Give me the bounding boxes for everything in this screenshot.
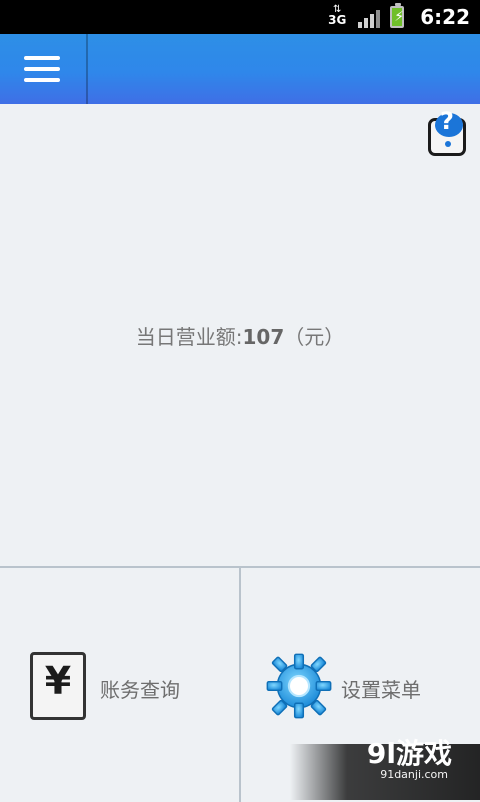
- daily-revenue: 当日营业额:107（元）: [0, 321, 480, 350]
- network-type: 3G: [328, 13, 347, 27]
- revenue-label: 当日营业额:: [135, 325, 243, 349]
- status-icons: ⇅ 3G ⚡ 6:22: [326, 3, 470, 30]
- help-icon[interactable]: ?: [428, 109, 466, 156]
- watermark-url: 91danji.com: [380, 768, 448, 781]
- status-time: 6:22: [420, 5, 470, 29]
- signal-icon: [358, 6, 381, 28]
- battery-icon: ⚡: [390, 3, 405, 28]
- accounts-query-button[interactable]: ¥ 账务查询: [0, 568, 241, 802]
- settings-menu-label: 设置菜单: [341, 678, 421, 702]
- watermark: 9l游戏 91danji.com: [320, 732, 470, 782]
- accounts-query-label: 账务查询: [100, 678, 180, 702]
- main-content: ? 当日营业额:107（元）: [0, 104, 480, 566]
- revenue-value: 107: [242, 325, 285, 349]
- hamburger-menu-icon[interactable]: [24, 54, 60, 84]
- receipt-yen-icon: ¥: [30, 652, 86, 720]
- network-icon: ⇅ 3G: [328, 4, 347, 27]
- watermark-title: 9l游戏: [366, 737, 452, 770]
- revenue-unit: （元）: [284, 325, 345, 349]
- status-bar: ⇅ 3G ⚡ 6:22: [0, 0, 480, 34]
- app-bar: [0, 34, 480, 104]
- gear-icon: [263, 650, 335, 722]
- appbar-divider: [86, 34, 88, 104]
